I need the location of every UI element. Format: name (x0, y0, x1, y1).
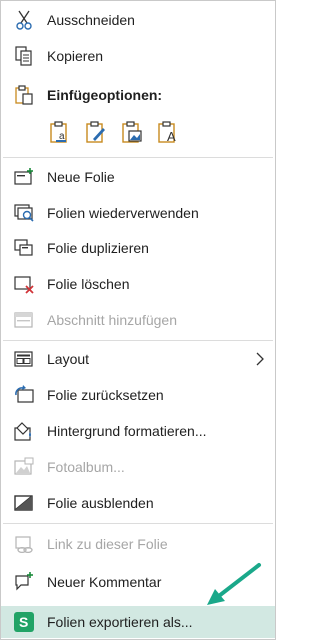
menu-item-layout[interactable]: Layout (1, 343, 275, 375)
menu-item-new-comment[interactable]: Neuer Kommentar (1, 566, 275, 598)
menu-item-label: Link zu dieser Folie (47, 536, 168, 552)
menu-separator (3, 523, 273, 524)
svg-text:S: S (19, 614, 28, 630)
scissors-icon (16, 10, 32, 30)
menu-item-link-to-slide[interactable]: Link zu dieser Folie (1, 528, 275, 560)
reuse-slides-icon (14, 204, 34, 222)
section-icon (14, 312, 33, 328)
svg-text:A: A (167, 129, 176, 144)
layout-icon (14, 351, 33, 367)
context-menu: Ausschneiden Kopieren Einfügeoptionen: a (0, 0, 276, 640)
menu-item-label: Neue Folie (47, 169, 115, 185)
menu-item-reset-slide[interactable]: Folie zurücksetzen (1, 379, 275, 411)
menu-item-reuse-slides[interactable]: Folien wiederverwenden (1, 197, 275, 229)
menu-item-label: Folien wiederverwenden (47, 205, 199, 221)
clipboard-icon (15, 85, 33, 105)
comment-icon (15, 572, 33, 591)
menu-item-label: Folie ausblenden (47, 495, 154, 511)
menu-item-label: Neuer Kommentar (47, 574, 162, 590)
menu-item-add-section[interactable]: Abschnitt hinzufügen (1, 304, 275, 336)
menu-item-cut[interactable]: Ausschneiden (1, 4, 275, 36)
menu-item-label: Einfügeoptionen: (47, 87, 163, 103)
format-background-icon (14, 422, 31, 441)
menu-item-hide-slide[interactable]: Folie ausblenden (1, 487, 275, 519)
menu-item-label: Layout (47, 351, 90, 367)
menu-item-copy[interactable]: Kopieren (1, 40, 275, 72)
reset-slide-icon (15, 385, 34, 403)
paste-keep-text-only-icon[interactable]: A (155, 119, 181, 145)
chevron-right-icon (256, 352, 264, 366)
menu-item-label: Fotoalbum... (47, 459, 125, 475)
menu-item-label: Kopieren (47, 48, 104, 64)
menu-item-label: Folie zurücksetzen (47, 387, 164, 403)
menu-separator (3, 340, 273, 341)
delete-slide-icon (14, 276, 34, 294)
menu-item-export-slides[interactable]: S Folien exportieren als... (1, 606, 275, 638)
menu-item-delete-slide[interactable]: Folie löschen (1, 268, 275, 300)
duplicate-slide-icon (14, 239, 33, 256)
paste-picture-icon[interactable] (119, 119, 145, 145)
menu-item-paste-options: Einfügeoptionen: (1, 79, 275, 111)
new-slide-icon (14, 168, 33, 185)
menu-item-label: Abschnitt hinzufügen (47, 312, 177, 328)
menu-item-label: Ausschneiden (47, 12, 135, 28)
hide-slide-icon (14, 495, 33, 511)
menu-item-photo-album[interactable]: Fotoalbum... (1, 451, 275, 483)
export-s-icon: S (14, 612, 34, 632)
menu-item-label: Folie löschen (47, 276, 130, 292)
menu-item-duplicate-slide[interactable]: Folie duplizieren (1, 232, 275, 264)
paste-use-destination-theme-icon[interactable]: a (47, 119, 73, 145)
menu-item-label: Folien exportieren als... (47, 614, 193, 630)
copy-icon (15, 46, 32, 66)
menu-item-format-background[interactable]: Hintergrund formatieren... (1, 415, 275, 447)
menu-item-label: Folie duplizieren (47, 240, 149, 256)
paste-options-row: a A (47, 119, 181, 151)
link-icon (15, 536, 33, 554)
photo-album-icon (14, 457, 34, 475)
menu-item-new-slide[interactable]: Neue Folie (1, 161, 275, 193)
paste-keep-source-formatting-icon[interactable] (83, 119, 109, 145)
menu-separator (3, 157, 273, 158)
menu-item-label: Hintergrund formatieren... (47, 423, 207, 439)
